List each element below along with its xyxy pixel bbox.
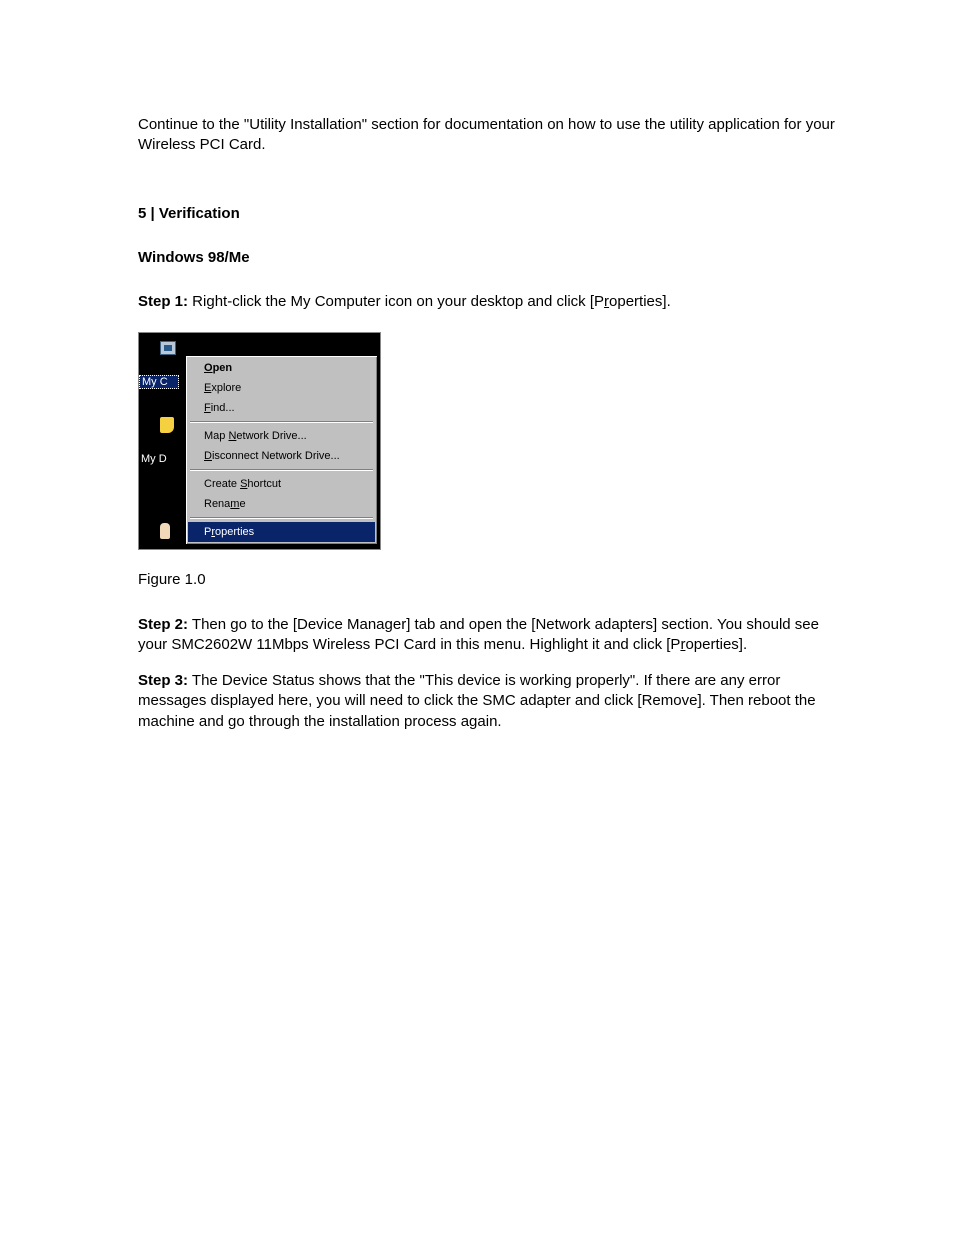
- context-menu: Open Explore Find... Map Network Drive..…: [185, 355, 378, 545]
- menu-item-create-shortcut[interactable]: Create Shortcut: [188, 474, 375, 494]
- intro-paragraph: Continue to the "Utility Installation" s…: [138, 115, 844, 156]
- desktop-icon-label-mycomputer[interactable]: My C: [139, 375, 179, 389]
- menu-item-properties[interactable]: Properties: [188, 522, 375, 542]
- document-page: Continue to the "Utility Installation" s…: [0, 0, 954, 808]
- menu-open-mnemonic: O: [204, 362, 213, 374]
- figure-caption: Figure 1.0: [138, 570, 844, 590]
- hand-icon: [160, 523, 170, 539]
- step-3: Step 3: The Device Status shows that the…: [138, 671, 844, 732]
- menu-find-text: ind...: [211, 402, 235, 414]
- menu-disc-text: isconnect Network Drive...: [212, 450, 340, 462]
- menu-map-pre: Map: [204, 430, 228, 442]
- menu-find-mnemonic: F: [204, 402, 211, 414]
- menu-shortcut-post: hortcut: [247, 478, 281, 490]
- menu-item-map-drive[interactable]: Map Network Drive...: [188, 426, 375, 446]
- desktop-icon-label-mydocs[interactable]: My D: [139, 453, 179, 465]
- menu-disc-mnemonic: D: [204, 450, 212, 462]
- screenshot: My C My D Open Explore Find... Map Netwo…: [138, 332, 381, 550]
- menu-open-text: pen: [213, 362, 233, 374]
- menu-rename-pre: Rena: [204, 498, 230, 510]
- section-heading: 5 | Verification: [138, 204, 844, 224]
- menu-rename-post: e: [239, 498, 245, 510]
- desktop-strip: My C My D: [139, 333, 181, 549]
- step-3-text: The Device Status shows that the "This d…: [138, 672, 816, 730]
- figure-1: My C My D Open Explore Find... Map Netwo…: [138, 332, 844, 550]
- step-1-label: Step 1:: [138, 293, 188, 310]
- step-3-label: Step 3:: [138, 672, 188, 689]
- menu-item-disconnect-drive[interactable]: Disconnect Network Drive...: [188, 446, 375, 466]
- menu-separator: [190, 517, 373, 519]
- step-1: Step 1: Right-click the My Computer icon…: [138, 292, 844, 312]
- documents-icon: [160, 417, 174, 433]
- computer-icon: [160, 341, 176, 355]
- menu-item-rename[interactable]: Rename: [188, 494, 375, 514]
- step-2-label: Step 2:: [138, 616, 188, 633]
- menu-item-explore[interactable]: Explore: [188, 378, 375, 398]
- menu-explore-text: xplore: [211, 382, 241, 394]
- subheading: Windows 98/Me: [138, 248, 844, 268]
- step-2: Step 2: Then go to the [Device Manager] …: [138, 615, 844, 656]
- menu-item-find[interactable]: Find...: [188, 398, 375, 418]
- menu-shortcut-pre: Create: [204, 478, 240, 490]
- menu-props-post: operties: [215, 526, 254, 538]
- step-1-text-post: operties].: [609, 293, 671, 310]
- menu-separator: [190, 469, 373, 471]
- menu-item-open[interactable]: Open: [188, 358, 375, 378]
- step-2-text-post: operties].: [685, 636, 747, 653]
- step-1-text-pre: Right-click the My Computer icon on your…: [188, 293, 604, 310]
- menu-map-post: etwork Drive...: [236, 430, 306, 442]
- menu-separator: [190, 421, 373, 423]
